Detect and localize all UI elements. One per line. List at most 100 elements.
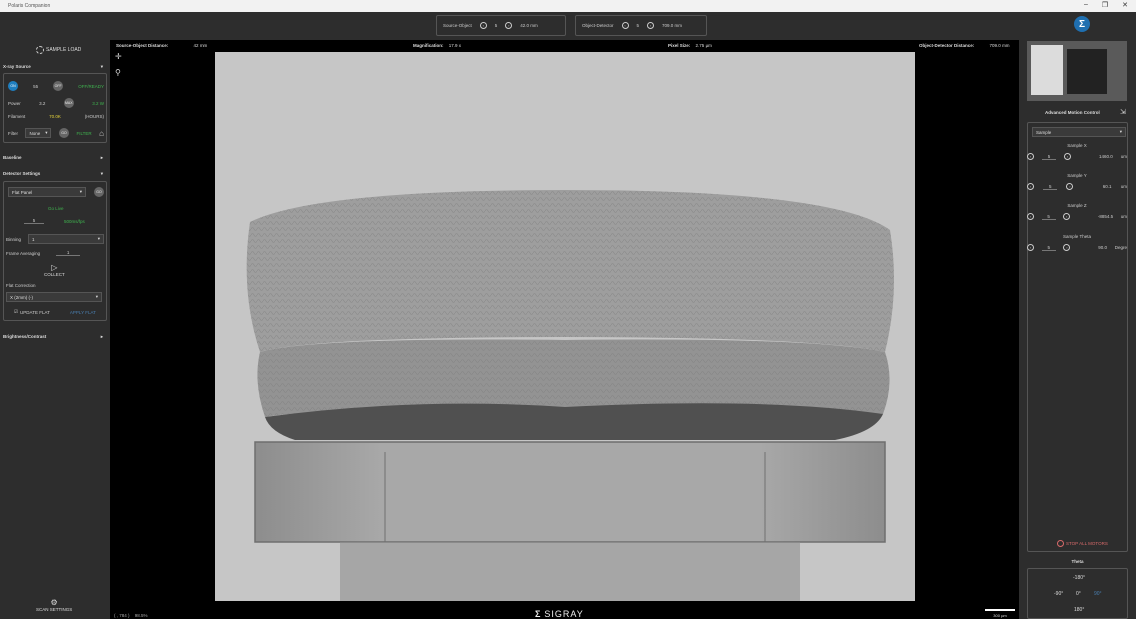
baseline-header[interactable]: Baseline ▸: [3, 155, 103, 161]
window-titlebar: Polaris Companion – ❐ ✕: [0, 0, 1136, 12]
theta-top-label[interactable]: -180°: [1073, 575, 1085, 581]
filament-value: 70.0K: [49, 114, 61, 119]
odd-readout: Object-Detector Distance: 709.0 mm: [919, 43, 1010, 48]
filter-select[interactable]: None ▾: [25, 128, 52, 138]
frame-averaging-input[interactable]: 1: [56, 250, 81, 256]
maximize-icon[interactable]: ❐: [1102, 1, 1108, 9]
source-object-increase-icon[interactable]: ›: [505, 22, 513, 29]
window-title: Polaris Companion: [8, 3, 51, 9]
axis-unit: Degre: [1114, 245, 1127, 250]
pixel-label: Pixel Size:: [668, 42, 691, 48]
power-max-button[interactable]: MAX: [63, 98, 74, 108]
axis-name: Sample X: [1067, 143, 1087, 148]
axis-value[interactable]: 60.1: [1103, 184, 1112, 189]
mag-value: 17.9: [448, 42, 458, 48]
brightness-contrast-title: Brightness/Contrast: [3, 334, 47, 339]
scale-bar: 300 µm: [985, 609, 1015, 618]
power-value[interactable]: 3.2: [39, 101, 45, 106]
power-unit: 3.2 W: [92, 100, 104, 106]
frame-averaging-label: Frame Averaging: [6, 250, 41, 256]
object-detector-decrease-icon[interactable]: ‹: [621, 22, 629, 29]
axis-increase-icon[interactable]: ›: [1066, 183, 1074, 190]
axis-decrease-icon[interactable]: ‹: [1027, 183, 1034, 190]
source-object-control: Source-Object ‹ 5 › 42.0 mm: [436, 15, 566, 36]
filament-status: (HOURS): [84, 114, 104, 119]
theta-bottom-label[interactable]: 180°: [1074, 607, 1084, 613]
axis-increase-icon[interactable]: ›: [1063, 244, 1071, 251]
scan-settings-button[interactable]: ⚙ SCAN SETTINGS: [36, 598, 72, 612]
power-label: Power: [8, 100, 21, 106]
pixel-value: 2.75: [695, 42, 705, 48]
right-panel: Advanced Motion Control ⇲ Sample ▾ Sample…: [1019, 40, 1136, 619]
xray-source-title: X-ray Source: [3, 64, 31, 69]
flat-correction-select[interactable]: X (2mm) (-) ▾: [6, 292, 102, 302]
xray-image[interactable]: [215, 52, 915, 601]
flat-correction-value: X (2mm) (-): [10, 294, 33, 300]
axis-name: Sample Y: [1067, 173, 1087, 178]
brightness-contrast-header[interactable]: Brightness/Contrast ▸: [3, 334, 103, 340]
theta-dial[interactable]: -180° -90° 0° 90° 180°: [1027, 568, 1128, 619]
axis-value[interactable]: 90.0: [1098, 245, 1107, 250]
collapse-icon: ▾: [100, 171, 103, 176]
axis-increase-icon[interactable]: ›: [1063, 153, 1071, 160]
kv-value[interactable]: 55: [33, 84, 38, 89]
binning-select[interactable]: 1 ▾: [28, 234, 104, 244]
axis-step-input[interactable]: 5: [1041, 154, 1056, 160]
theta-left-label[interactable]: -90°: [1054, 591, 1063, 597]
object-detector-step[interactable]: 5: [637, 23, 640, 28]
axis-step-input[interactable]: 5: [1041, 214, 1056, 220]
stage-select[interactable]: Sample ▾: [1032, 127, 1126, 137]
update-flat-label: UPDATE FLAT: [20, 309, 50, 315]
crosshair-icon[interactable]: ✛: [115, 52, 122, 61]
stop-all-motors-button[interactable]: STOP ALL MOTORS: [1057, 540, 1108, 547]
sample-load-button[interactable]: SAMPLE LOAD: [36, 46, 81, 54]
update-flat-button[interactable]: ☑ UPDATE FLAT: [14, 309, 50, 315]
xray-source-header[interactable]: X-ray Source ▾: [3, 64, 103, 70]
collect-button[interactable]: ▷ COLLECT: [44, 263, 65, 277]
detector-select[interactable]: Flat Panel ▾: [8, 187, 86, 197]
odd-label: Object-Detector Distance:: [919, 42, 975, 48]
sod-unit: mm: [199, 42, 208, 48]
minimize-icon[interactable]: –: [1084, 1, 1088, 9]
object-detector-increase-icon[interactable]: ›: [647, 22, 655, 29]
viewer-status: ( , 784 ) 98.5%: [114, 613, 148, 618]
detector-settings-header[interactable]: Detector Settings ▾: [3, 171, 103, 177]
theta-center-label[interactable]: 0°: [1076, 591, 1081, 597]
home-icon[interactable]: ⌂: [99, 129, 104, 138]
dropdown-icon: ▾: [1119, 129, 1122, 134]
user-icon[interactable]: ⚲: [115, 68, 121, 77]
axis-increase-icon[interactable]: ›: [1063, 213, 1071, 220]
source-object-step[interactable]: 5: [495, 23, 498, 28]
axis-decrease-icon[interactable]: ‹: [1027, 153, 1034, 160]
filter-label: Filter: [8, 130, 18, 136]
axis-decrease-icon[interactable]: ‹: [1027, 213, 1034, 220]
theta-right-label[interactable]: 90°: [1094, 591, 1102, 597]
axis-step-input[interactable]: 5: [1041, 245, 1056, 251]
axis-value[interactable]: -8854.5: [1098, 214, 1113, 219]
detector-go-button[interactable]: GO: [94, 187, 104, 197]
axis-step-input[interactable]: 5: [1043, 184, 1058, 190]
axis-name: Sample Z: [1067, 203, 1087, 208]
cursor-coordinates: ( , 784 ): [114, 613, 130, 618]
detector-value: Flat Panel: [12, 189, 33, 195]
expand-icon: ▸: [100, 334, 103, 339]
collapse-icon: ▾: [100, 64, 103, 69]
mag-label: Magnification:: [413, 42, 444, 48]
axis-decrease-icon[interactable]: ‹: [1027, 244, 1034, 251]
axis-value[interactable]: 1460.0: [1099, 154, 1113, 159]
checkbox-icon: ☑: [14, 309, 19, 314]
close-icon[interactable]: ✕: [1122, 1, 1128, 9]
scale-bar-line: [985, 609, 1015, 611]
exposure-input[interactable]: 5: [24, 218, 44, 224]
detector-status: Go Live: [48, 206, 64, 211]
dropdown-icon: ▾: [95, 294, 98, 299]
filter-go-button[interactable]: GO: [58, 128, 69, 138]
xray-off-button[interactable]: OFF: [53, 81, 64, 91]
collect-label: COLLECT: [44, 272, 65, 277]
source-object-decrease-icon[interactable]: ‹: [479, 22, 487, 29]
pin-icon[interactable]: ⇲: [1120, 108, 1126, 116]
apply-flat-button[interactable]: APPLY FLAT: [70, 310, 96, 315]
stage-select-value: Sample: [1036, 129, 1052, 135]
camera-thumbnail[interactable]: [1027, 41, 1127, 101]
xray-on-button[interactable]: ON: [8, 81, 18, 91]
